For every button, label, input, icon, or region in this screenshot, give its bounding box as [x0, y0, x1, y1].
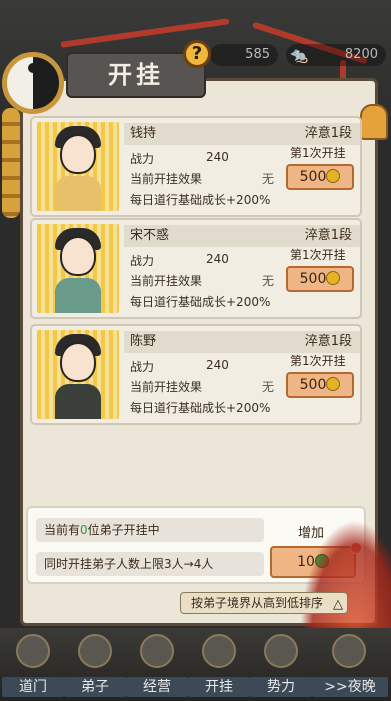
- coin-icon: [326, 271, 341, 285]
- growth-text: 每日道行基础成长+200%: [130, 295, 271, 309]
- activate-button[interactable]: 500: [286, 372, 354, 398]
- disciple-name: 宋不惑: [130, 228, 170, 243]
- building-icon: [140, 634, 174, 668]
- forces-icon: [264, 634, 298, 668]
- taiji-icon: [2, 52, 64, 114]
- coin-icon: [326, 377, 341, 391]
- disciple-realm: 淬意1段: [304, 126, 352, 141]
- power-row: 战力 240: [130, 150, 229, 166]
- disciple-name-bar: 钱持 淬意1段: [124, 123, 360, 145]
- resource-counter-1: 585: [210, 44, 278, 66]
- disciple-name: 钱持: [130, 126, 157, 141]
- activation-count: 第1次开挂: [290, 248, 346, 262]
- activation-count: 第1次开挂: [290, 354, 346, 368]
- disciple-name: 陈野: [130, 334, 157, 349]
- growth-text: 每日道行基础成长+200%: [130, 193, 271, 207]
- power-row: 战力 240: [130, 358, 229, 374]
- limit-text: 同时开挂弟子人数上限3人→4人: [36, 552, 264, 576]
- effect-row: 当前开挂效果无: [130, 274, 275, 288]
- disciple-portrait: [37, 224, 119, 313]
- tab-cheat[interactable]: 开挂: [188, 628, 250, 701]
- disciple-card: 陈野 淬意1段 战力 240 当前开挂效果无 每日道行基础成长+200% 第1次开…: [30, 324, 362, 425]
- tab-daomen[interactable]: 道门: [2, 628, 64, 701]
- activate-button[interactable]: 500: [286, 164, 354, 190]
- disciple-portrait: [37, 122, 119, 211]
- growth-text: 每日道行基础成长+200%: [130, 401, 271, 415]
- effect-row: 当前开挂效果无: [130, 380, 275, 394]
- night-icon: [332, 634, 366, 668]
- rat-icon: 🐀: [289, 46, 309, 64]
- current-activations: 当前有0位弟子开挂中: [36, 518, 264, 542]
- disciple-realm: 淬意1段: [304, 228, 352, 243]
- disciple-realm: 淬意1段: [304, 334, 352, 349]
- disciple-icon: [78, 634, 112, 668]
- sort-button[interactable]: 按弟子境界从高到低排序 △: [180, 592, 348, 614]
- effect-row: 当前开挂效果无: [130, 172, 275, 186]
- disciple-card: 宋不惑 淬意1段 战力 240 当前开挂效果无 每日道行基础成长+200% 第1次…: [30, 218, 362, 319]
- tab-disciples[interactable]: 弟子: [64, 628, 126, 701]
- power-row: 战力 240: [130, 252, 229, 268]
- coin-string-icon: [2, 108, 20, 218]
- help-button[interactable]: ?: [183, 40, 211, 68]
- disciple-name-bar: 陈野 淬意1段: [124, 331, 360, 353]
- tab-forces[interactable]: 势力: [250, 628, 312, 701]
- disciple-portrait: [37, 330, 119, 419]
- yin-yang-icon: [202, 634, 236, 668]
- tab-night[interactable]: >>夜晚: [312, 628, 388, 701]
- tab-manage[interactable]: 经营: [126, 628, 188, 701]
- coin-icon: [326, 169, 341, 183]
- disciple-card: 钱持 淬意1段 战力 240 当前开挂效果无 每日道行基础成长+200% 第1次开…: [30, 116, 362, 217]
- disciple-name-bar: 宋不惑 淬意1段: [124, 225, 360, 247]
- taiji-icon: [16, 634, 50, 668]
- bell-icon: [360, 104, 388, 140]
- activate-button[interactable]: 500: [286, 266, 354, 292]
- triangle-icon: △: [333, 597, 343, 612]
- activation-count: 第1次开挂: [290, 146, 346, 160]
